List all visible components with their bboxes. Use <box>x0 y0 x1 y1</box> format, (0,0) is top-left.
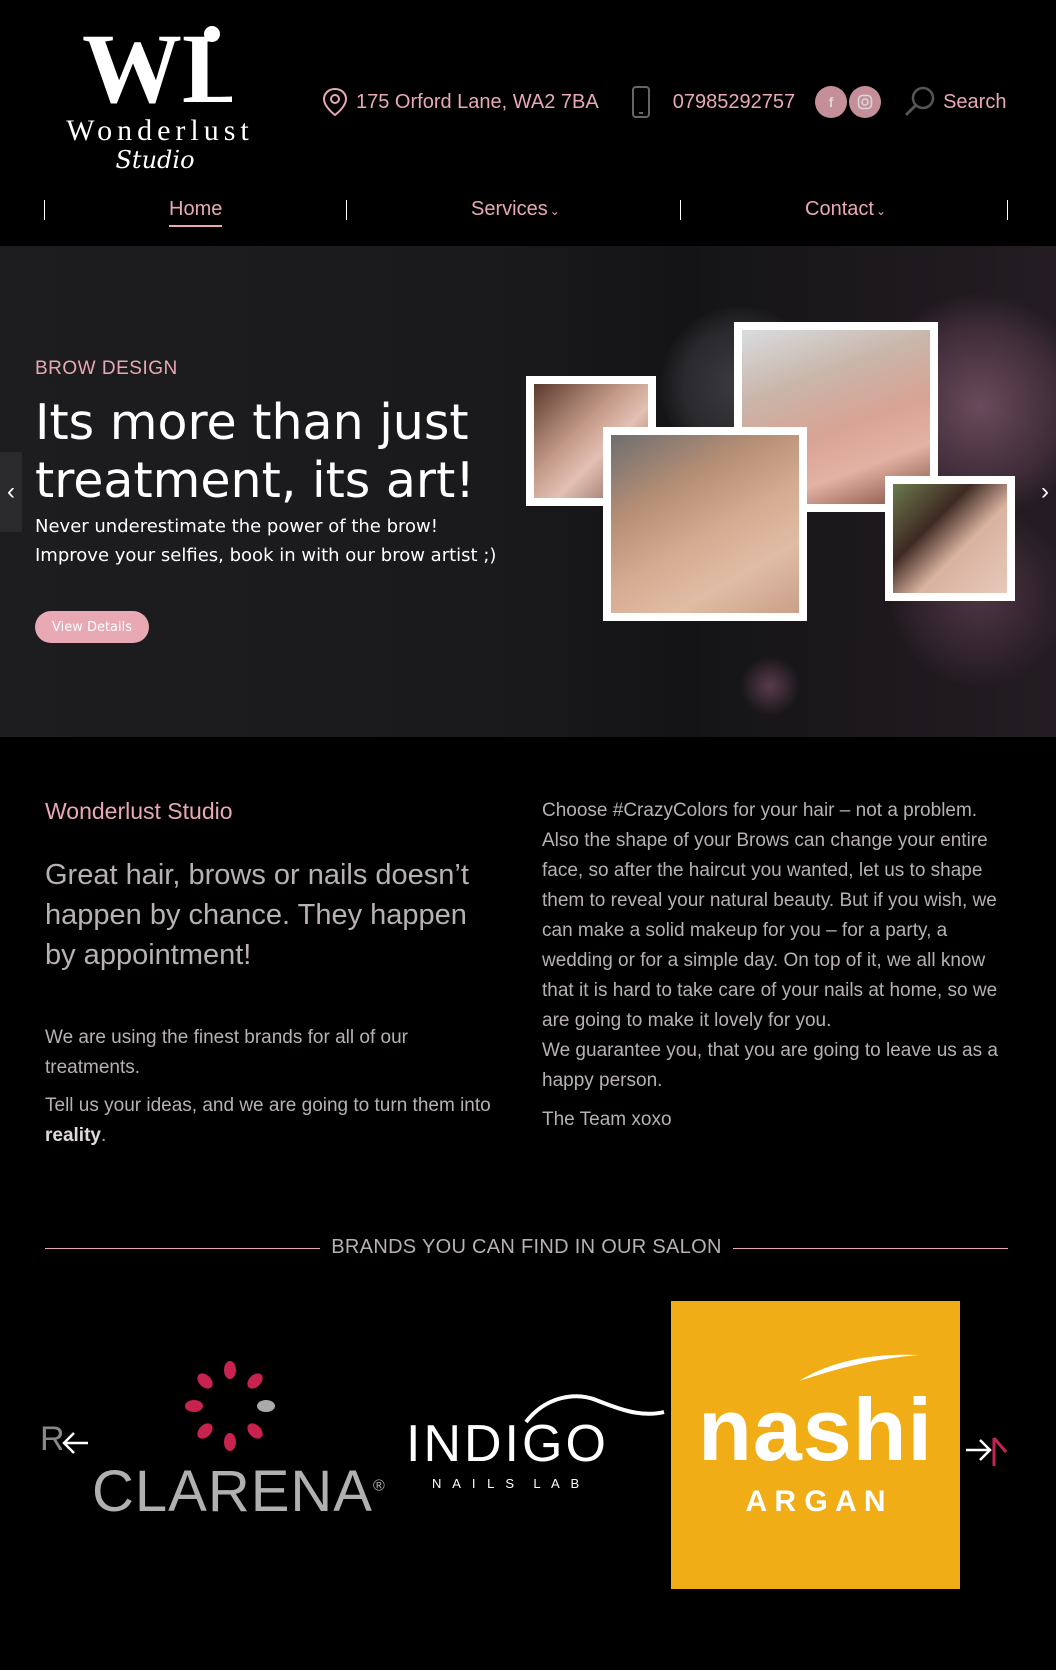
site-header: WL Wonderlust Studio 175 Orford Lane, WA… <box>0 0 1056 246</box>
flower-decoration <box>740 656 800 716</box>
phone-text: 07985292757 <box>672 90 796 113</box>
clarena-wordmark: CLARENA® <box>92 1459 386 1524</box>
clarena-flower-mark <box>185 1361 275 1451</box>
nav-contact[interactable]: Contact ⌄ <box>805 198 886 221</box>
nav-services[interactable]: Services ⌄ <box>471 198 560 221</box>
logo-name: Wonderlust <box>66 114 254 147</box>
brands-heading: BRANDS YOU CAN FIND IN OUR SALON <box>45 1236 1008 1260</box>
about-paragraph: We guarantee you, that you are going to … <box>542 1040 998 1091</box>
nashi-subtitle: A R G A N <box>745 1485 886 1518</box>
carousel-prev-button[interactable] <box>60 1430 90 1464</box>
brand-logo-nashi[interactable]: nashi A R G A N <box>671 1301 960 1589</box>
brand-logo-clarena[interactable]: CLARENA® <box>92 1350 392 1530</box>
phone-link[interactable]: 07985292757 <box>631 86 795 118</box>
about-paragraph: We are using the finest brands for all o… <box>45 1027 408 1078</box>
instagram-icon[interactable] <box>849 86 882 118</box>
about-details: Choose #CrazyColors for your hair – not … <box>542 796 1012 1135</box>
about-lead: Great hair, brows or nails doesn’t happe… <box>45 859 469 971</box>
nav-home[interactable]: Home <box>169 198 223 227</box>
hero-slider: ‹ › BROW DESIGN Its more than just treat… <box>0 246 1056 737</box>
hero-text: Never underestimate the power of the bro… <box>35 516 497 566</box>
about-paragraph: Tell us your ideas, and we are going to … <box>45 1095 491 1146</box>
social-links: f <box>815 86 883 118</box>
chevron-down-icon: ⌄ <box>549 204 560 218</box>
brow-photo <box>885 476 1015 601</box>
nav-divider <box>44 200 45 220</box>
nav-divider <box>680 200 681 220</box>
arrow-right-icon <box>966 1437 1008 1466</box>
brand-logo-indigo[interactable]: INDIGO N A I L S L A B <box>406 1392 666 1502</box>
about-signature: The Team xoxo <box>542 1109 672 1130</box>
nashi-wordmark: nashi <box>698 1380 933 1479</box>
about-paragraph: Choose #CrazyColors for your hair – not … <box>542 800 998 1031</box>
brands-carousel: RE CLARENA® INDIGO N A I L S L A B <box>0 1300 1056 1600</box>
about-intro: Wonderlust Studio Great hair, brows or n… <box>45 798 495 1151</box>
mobile-phone-icon <box>631 86 650 118</box>
logo-mark: WL <box>82 18 232 118</box>
search-button[interactable]: Search <box>903 86 1006 118</box>
contact-bar: 175 Orford Lane, WA2 7BA 07985292757 f S… <box>322 82 1006 122</box>
nav-divider <box>1007 200 1008 220</box>
indigo-subtitle: N A I L S L A B <box>432 1476 584 1491</box>
about-bold-word: reality <box>45 1125 101 1146</box>
heading-rule <box>733 1248 1008 1249</box>
nav-divider <box>346 200 347 220</box>
logo-sub: Studio <box>115 146 195 174</box>
location-pin-icon <box>322 87 348 117</box>
chevron-down-icon: ⌄ <box>875 204 886 218</box>
about-kicker: Wonderlust Studio <box>45 798 233 824</box>
hero-title: Its more than just treatment, its art! <box>35 394 475 509</box>
indigo-wordmark: INDIGO <box>406 1415 609 1473</box>
slider-next-button[interactable]: › <box>1034 452 1056 532</box>
arrow-left-icon <box>62 1432 88 1454</box>
slider-prev-button[interactable]: ‹ <box>0 452 22 532</box>
brow-photo <box>603 427 807 621</box>
site-logo[interactable]: WL Wonderlust Studio <box>44 18 266 178</box>
hero-kicker: BROW DESIGN <box>35 358 178 379</box>
view-details-button[interactable]: View Details <box>35 611 149 643</box>
address-link[interactable]: 175 Orford Lane, WA2 7BA <box>322 87 599 117</box>
carousel-next-button[interactable] <box>962 1430 1010 1478</box>
main-nav: Home Services ⌄ Contact ⌄ <box>44 194 1008 227</box>
search-label: Search <box>943 90 1007 113</box>
facebook-icon[interactable]: f <box>815 86 848 118</box>
brand-logo-partial: RE <box>40 1420 62 1458</box>
address-text: 175 Orford Lane, WA2 7BA <box>356 90 599 113</box>
search-icon <box>905 86 935 117</box>
